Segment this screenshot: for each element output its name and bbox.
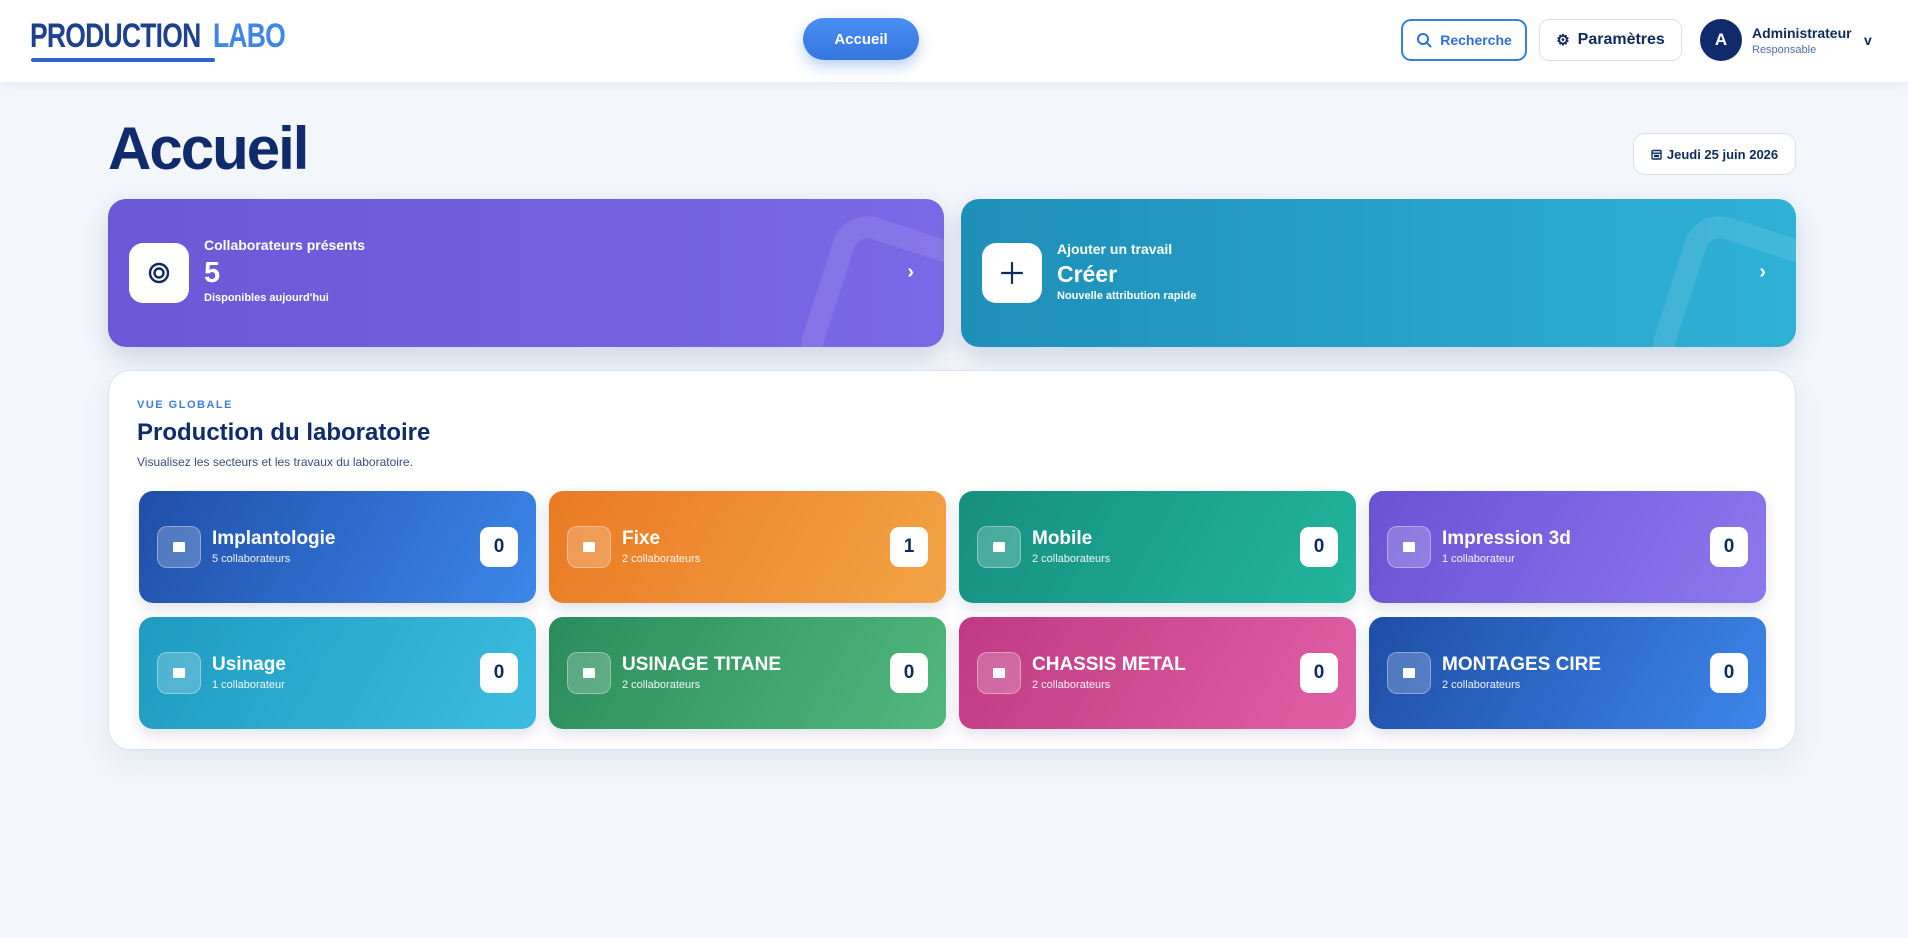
date-badge: Jeudi 25 juin 2026	[1633, 133, 1796, 175]
sector-collaborators: 2 collaborateurs	[1032, 679, 1111, 691]
section-eyebrow: VUE GLOBALE	[137, 399, 233, 411]
logo-word-production: PRODUCTION	[30, 17, 201, 55]
sector-name: Mobile	[1032, 528, 1093, 549]
sector-job-count: 0	[1710, 653, 1748, 693]
page-title: Accueil	[108, 115, 309, 182]
sector-card-impression-3d[interactable]: Impression 3d 1 collaborateur 0	[1369, 491, 1766, 603]
sector-job-count: 0	[1300, 653, 1338, 693]
sector-collaborators: 1 collaborateur	[1442, 553, 1515, 565]
top-bar: PRODUCTION LABO Accueil Recherche ⚙ Param…	[0, 0, 1908, 82]
sector-icon	[157, 526, 201, 568]
create-card-label: Ajouter un travail	[1057, 241, 1173, 257]
settings-button[interactable]: ⚙ Paramètres	[1539, 19, 1682, 61]
sector-icon	[1387, 652, 1431, 694]
sector-name: Usinage	[212, 654, 286, 675]
chevron-down-icon[interactable]: v	[1864, 32, 1872, 48]
create-card-value: Créer	[1057, 261, 1118, 287]
chevron-right-icon: ›	[1759, 261, 1766, 283]
avatar: A	[1700, 19, 1742, 61]
card-decoration	[1643, 206, 1796, 347]
logo-word-labo: LABO	[212, 17, 286, 55]
production-section: VUE GLOBALE Production du laboratoire Vi…	[108, 370, 1796, 750]
sector-job-count: 1	[890, 527, 928, 567]
sector-name: USINAGE TITANE	[622, 654, 782, 675]
search-button-label: Recherche	[1440, 32, 1512, 48]
gear-icon: ⚙	[1556, 32, 1570, 49]
sector-name: Impression 3d	[1442, 528, 1571, 549]
collaborators-card-value: 5	[204, 257, 221, 289]
sector-name: Fixe	[622, 528, 661, 549]
sector-collaborators: 1 collaborateur	[212, 679, 285, 691]
sector-job-count: 0	[890, 653, 928, 693]
collaborators-card-label: Collaborateurs présents	[204, 237, 366, 253]
search-button[interactable]: Recherche	[1401, 19, 1527, 61]
current-date: Jeudi 25 juin 2026	[1666, 146, 1779, 162]
card-decoration	[791, 206, 944, 347]
sector-icon	[977, 526, 1021, 568]
sector-job-count: 0	[1710, 527, 1748, 567]
sector-name: Implantologie	[212, 528, 336, 549]
sector-card-montages-cire[interactable]: MONTAGES CIRE 2 collaborateurs 0	[1369, 617, 1766, 729]
sector-card-usinage-titane[interactable]: USINAGE TITANE 2 collaborateurs 0	[549, 617, 946, 729]
target-icon	[129, 243, 189, 303]
section-title: Production du laboratoire	[137, 419, 431, 446]
sector-collaborators: 2 collaborateurs	[622, 679, 701, 691]
sector-icon	[567, 652, 611, 694]
calendar-icon	[1651, 149, 1662, 160]
sector-name: MONTAGES CIRE	[1442, 654, 1602, 675]
sector-icon	[1387, 526, 1431, 568]
sector-icon	[567, 526, 611, 568]
sector-card-chassis-metal[interactable]: CHASSIS METAL 2 collaborateurs 0	[959, 617, 1356, 729]
user-menu[interactable]: A Administrateur Responsable v	[1700, 18, 1880, 62]
sector-collaborators: 2 collaborateurs	[622, 553, 701, 565]
plus-icon	[982, 243, 1042, 303]
sector-icon	[977, 652, 1021, 694]
chevron-right-icon: ›	[907, 261, 914, 283]
settings-button-label: Paramètres	[1577, 31, 1665, 48]
user-role: Responsable	[1752, 43, 1817, 56]
create-job-card[interactable]: Ajouter un travail Créer Nouvelle attrib…	[961, 199, 1796, 347]
search-icon	[1417, 33, 1432, 48]
sector-card-usinage[interactable]: Usinage 1 collaborateur 0	[139, 617, 536, 729]
section-description: Visualisez les secteurs et les travaux d…	[137, 455, 413, 469]
sector-job-count: 0	[480, 653, 518, 693]
sector-collaborators: 5 collaborateurs	[212, 553, 291, 565]
sector-collaborators: 2 collaborateurs	[1032, 553, 1111, 565]
sector-card-fixe[interactable]: Fixe 2 collaborateurs 1	[549, 491, 946, 603]
logo[interactable]: PRODUCTION LABO	[30, 16, 286, 62]
nav-home-button[interactable]: Accueil	[803, 18, 919, 60]
sector-icon	[157, 652, 201, 694]
sector-name: CHASSIS METAL	[1032, 654, 1186, 675]
user-name: Administrateur	[1752, 24, 1852, 41]
collaborators-card[interactable]: Collaborateurs présents 5 Disponibles au…	[108, 199, 944, 347]
collaborators-card-subtitle: Disponibles aujourd'hui	[204, 292, 329, 304]
logo-underline	[31, 58, 215, 62]
sector-card-implantologie[interactable]: Implantologie 5 collaborateurs 0	[139, 491, 536, 603]
create-card-subtitle: Nouvelle attribution rapide	[1057, 290, 1197, 302]
sector-job-count: 0	[1300, 527, 1338, 567]
sector-job-count: 0	[480, 527, 518, 567]
sector-card-mobile[interactable]: Mobile 2 collaborateurs 0	[959, 491, 1356, 603]
sector-collaborators: 2 collaborateurs	[1442, 679, 1521, 691]
